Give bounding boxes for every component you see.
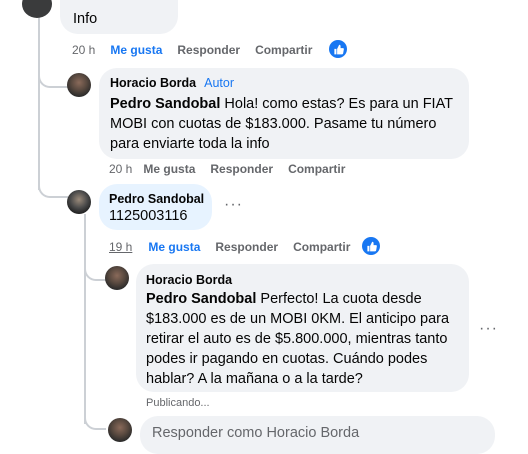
reply-button[interactable]: Responder — [177, 43, 240, 57]
comment-text: 1125003116 — [109, 208, 188, 224]
author-name[interactable]: Pedro Sandobal — [109, 192, 204, 206]
avatar[interactable] — [108, 418, 132, 442]
avatar[interactable] — [67, 73, 91, 97]
comment-text: Pedro Sandobal Perfecto! La cuota desde … — [146, 289, 464, 389]
author-name[interactable]: Horacio Borda — [146, 273, 232, 287]
thread-connector — [84, 406, 106, 430]
thread-line — [84, 214, 86, 424]
reply-placeholder: Responder como Horacio Borda — [152, 425, 360, 441]
comment-time[interactable]: 20 h — [109, 162, 132, 176]
like-button[interactable]: Me gusta — [148, 240, 200, 254]
comment-text: Info — [73, 11, 98, 27]
share-button[interactable]: Compartir — [293, 240, 350, 254]
comment-bubble: Info — [60, 0, 178, 34]
more-options-icon[interactable]: ··· — [224, 196, 243, 214]
reply-button[interactable]: Responder — [210, 162, 273, 176]
avatar[interactable] — [22, 0, 52, 18]
comment-actions: 20 h Me gusta Responder Compartir — [72, 43, 312, 57]
comment-text: Pedro Sandobal Hola! como estas? Es para… — [110, 94, 460, 154]
author-name[interactable]: Horacio Borda — [110, 76, 196, 90]
comment-actions: 20 h Me gusta Responder Compartir — [109, 162, 345, 176]
thumbs-up-icon[interactable] — [362, 237, 380, 255]
thread-connector — [84, 255, 106, 281]
mention-link[interactable]: Pedro Sandobal — [146, 291, 256, 307]
comment-time[interactable]: 20 h — [72, 43, 95, 57]
thread-line — [38, 0, 40, 190]
thread-connector — [38, 170, 68, 198]
share-button[interactable]: Compartir — [288, 162, 345, 176]
comment-bubble: Horacio Borda Autor Pedro Sandobal Hola! … — [99, 68, 469, 159]
reply-input[interactable]: Responder como Horacio Borda — [140, 416, 495, 454]
thread-connector — [38, 60, 68, 88]
share-button[interactable]: Compartir — [255, 43, 312, 57]
mention-link[interactable]: Pedro Sandobal — [110, 96, 220, 112]
reply-button[interactable]: Responder — [215, 240, 278, 254]
comment-bubble: Horacio Borda Pedro Sandobal Perfecto! L… — [136, 264, 469, 392]
like-button[interactable]: Me gusta — [110, 43, 162, 57]
author-badge: Autor — [204, 76, 235, 90]
avatar[interactable] — [105, 266, 129, 290]
publishing-status: Publicando... — [146, 397, 210, 409]
avatar[interactable] — [67, 190, 91, 214]
more-options-icon[interactable]: ··· — [479, 320, 498, 338]
comment-actions: 19 h Me gusta Responder Compartir — [109, 240, 350, 254]
comment-author: Horacio Borda Autor — [110, 76, 234, 90]
comment-time[interactable]: 19 h — [109, 240, 132, 254]
comment-bubble: Pedro Sandobal 1125003116 — [99, 184, 212, 230]
like-button[interactable]: Me gusta — [143, 162, 195, 176]
thumbs-up-icon[interactable] — [329, 40, 347, 58]
